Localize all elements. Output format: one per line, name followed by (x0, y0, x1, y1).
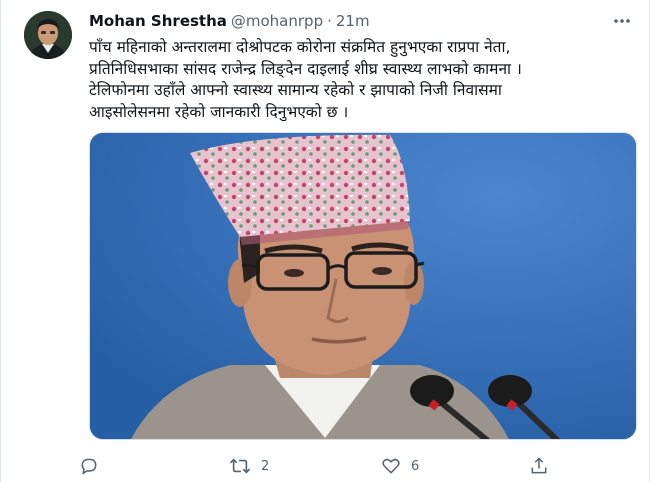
retweet-icon (229, 458, 251, 474)
more-options-button[interactable] (609, 10, 635, 32)
tweet-text-line: प्रतिनिधिसभाका सांसद राजेन्द्र लिङ्देन द… (89, 59, 522, 78)
separator-dot: · (327, 12, 332, 30)
like-count: 6 (411, 458, 420, 474)
heart-icon (382, 458, 400, 474)
tweet-photo[interactable] (89, 132, 637, 440)
reply-icon (81, 458, 97, 475)
more-horizontal-icon (614, 19, 630, 23)
tweet-timestamp[interactable]: 21m (336, 12, 370, 30)
like-button[interactable]: 6 (381, 452, 419, 480)
tweet-header: Mohan Shrestha @mohanrpp · 21m (89, 12, 370, 30)
reply-button[interactable] (79, 452, 109, 480)
share-button[interactable] (529, 452, 549, 480)
tweet-text-line: टेलिफोनमा उहाँले आफ्नो स्वास्थ्य सामान्य… (89, 81, 502, 99)
tweet-text-line: पाँच महिनाको अन्तरालमा दोश्रोपटक कोरोना … (89, 38, 511, 56)
share-icon (531, 457, 547, 474)
tweet-actions: 2 6 (79, 452, 559, 480)
tweet-text-line: आइसोलेसनमा रहेको जानकारी दिनुभएको छ । (89, 102, 349, 121)
tweet-text: पाँच महिनाको अन्तरालमा दोश्रोपटक कोरोना … (89, 37, 629, 123)
tweet-card[interactable]: Mohan Shrestha @mohanrpp · 21m पाँच महिन… (0, 0, 650, 482)
retweet-button[interactable]: 2 (229, 452, 269, 480)
retweet-count: 2 (261, 458, 270, 474)
avatar[interactable] (24, 11, 72, 59)
author-name[interactable]: Mohan Shrestha (89, 12, 227, 30)
author-handle[interactable]: @mohanrpp (231, 12, 323, 30)
